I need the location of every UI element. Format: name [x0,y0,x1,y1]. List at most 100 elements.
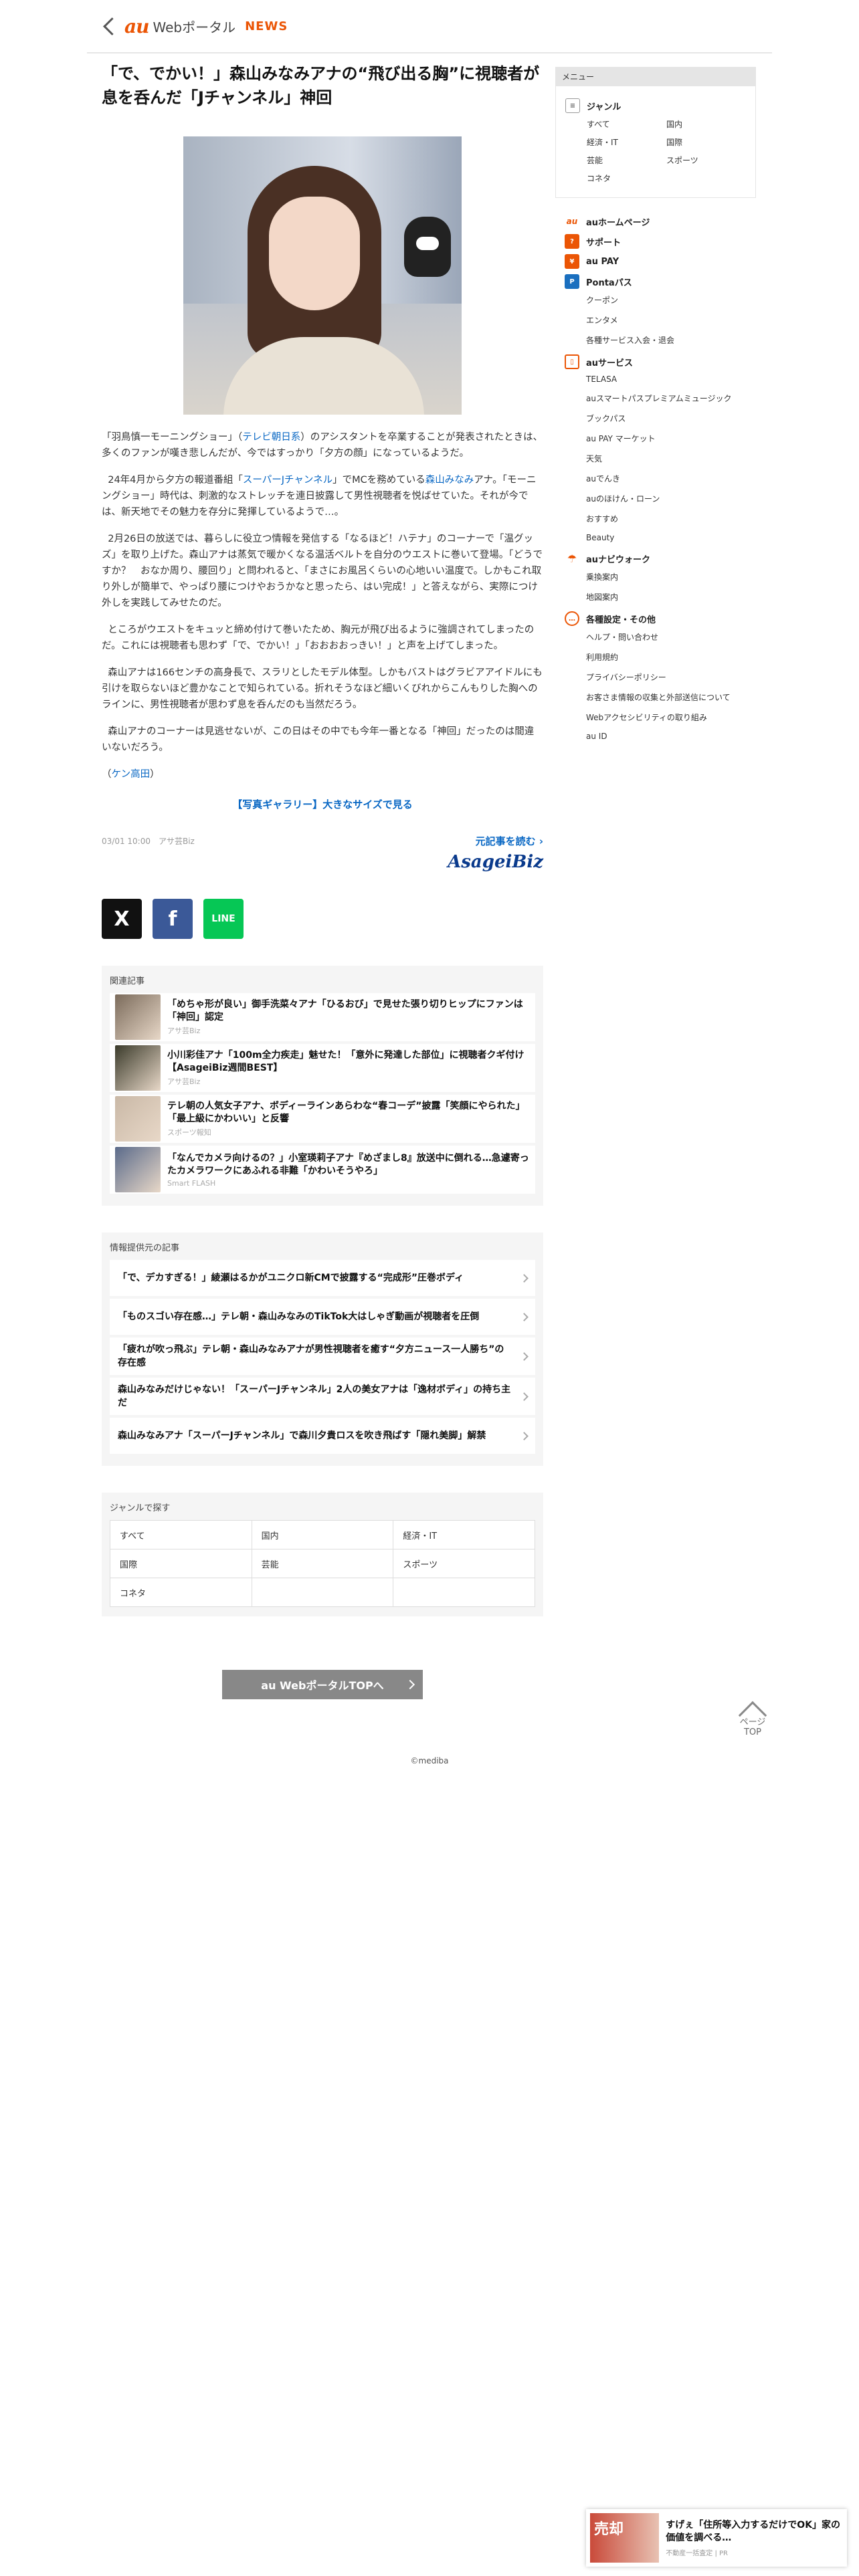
paragraph-5: 森山アナは166センチの高身長で、スラリとしたモデル体型。しかもバストはグラビア… [102,667,543,710]
provider-title: 「で、デカすぎる！」綾瀬はるかがユニクロ新CMで披露する“完成形”圧巻ボディ [118,1273,464,1283]
sidebar-sub-item[interactable]: au PAY マーケット [586,433,747,444]
paragraph-6: 森山アナのコーナーは見逃せないが、この日はその中でも今年一番となる「神回」だった… [102,726,535,753]
sidebar-sub-item[interactable]: プライバシーポリシー [586,671,747,683]
sidebar-sub-item[interactable]: クーポン [586,294,747,306]
provider-title: 森山みなみアナ「スーパーJチャンネル」で森川夕貴ロスを吹き飛ばす「隠れ美脚」解禁 [118,1430,486,1441]
photo-gallery-link[interactable]: 【写真ギャラリー】大きなサイズで見る [102,797,543,811]
share-line-button[interactable]: LINE [203,899,244,939]
related-item[interactable]: 小川彩佳アナ「100m全力疾走」魅せた！「意外に発達した部位」に視聴者クギ付け【… [110,1044,535,1092]
genre-empty-cell [393,1578,535,1606]
related-thumb [115,994,161,1040]
sidebar-sub-item[interactable]: 乗換案内 [586,571,747,582]
genre-search: ジャンルで探す すべて 国内 経済・IT 国際 芸能 スポーツ コネタ [102,1493,543,1616]
link-moriyama-minami[interactable]: 森山みなみ [425,475,474,486]
sidebar-au-home[interactable]: au auホームページ [565,214,747,229]
walk-icon: ☂ [565,551,579,566]
related-item[interactable]: テレ朝の人気女子アナ、ボディーラインあらわな“春コーデ”披露「笑顔にやられた」「… [110,1095,535,1143]
sidebar-genre-item[interactable]: 国内 [666,118,746,130]
link-tv-asahi[interactable]: テレビ朝日系 [242,432,300,443]
sidebar-sub-item[interactable]: Beauty [586,533,747,542]
sidebar-sub-item[interactable]: 天気 [586,453,747,464]
sidebar-sub-item[interactable]: au ID [586,732,747,741]
provider-item[interactable]: 森山みなみアナ「スーパーJチャンネル」で森川夕貴ロスを吹き飛ばす「隠れ美脚」解禁 [110,1418,535,1454]
provider-title: 「疲れが吹っ飛ぶ」テレ朝・森山みなみアナが男性視聴者を癒す“夕方ニュース一人勝ち… [118,1344,504,1368]
sidebar-support[interactable]: ? サポート [565,234,747,249]
sidebar-settings[interactable]: … 各種設定・その他 [565,611,747,626]
article-title: 「で、でかい！」森山みなみアナの“飛び出る胸”に視聴者が息を呑んだ「Jチャンネル… [102,64,540,107]
article-photo[interactable] [183,136,462,415]
asagei-biz-logo[interactable]: AsageiBiz [102,852,543,872]
article-body: 「羽鳥慎一モーニングショー」（テレビ朝日系）のアシスタントを卒業することが発表さ… [102,429,543,782]
provider-item[interactable]: 森山みなみだけじゃない！「スーパーJチャンネル」2人の美女アナは「逸材ボディ」の… [110,1378,535,1415]
sidebar-navi[interactable]: ☂ auナビウォーク [565,551,747,566]
sidebar-genre-item[interactable]: 芸能 [587,154,666,166]
portal-top-button[interactable]: au WebポータルTOPへ [222,1670,423,1699]
site-header: au Webポータル NEWS [87,0,772,53]
sidebar-sub-item[interactable]: お客さま情報の収集と外部送信について [586,691,747,703]
chevron-right-icon [520,1273,529,1283]
phone-icon: ▯ [565,354,579,369]
ponta-icon: P [565,274,579,289]
genre-cell[interactable]: スポーツ [393,1549,535,1578]
sidebar-sub-item[interactable]: おすすめ [586,513,747,524]
genre-empty-cell [252,1578,393,1606]
sidebar-sub-item[interactable]: auでんき [586,473,747,484]
genre-cell[interactable]: コネタ [110,1578,252,1606]
sidebar: メニュー ≡ ジャンル すべて 国内 経済・IT 国際 芸能 スポーツ コネタ au auホーム… [555,67,756,760]
sidebar-sub-item[interactable]: TELASA [586,374,747,384]
chevron-right-icon [520,1431,529,1440]
share-x-button[interactable]: X [102,899,142,939]
provider-item[interactable]: 「疲れが吹っ飛ぶ」テレ朝・森山みなみアナが男性視聴者を癒す“夕方ニュース一人勝ち… [110,1337,535,1375]
author-line: （ケン高田） [102,769,160,780]
article-meta-row: 03/01 10:00 アサ芸Biz 元記事を読む › [102,834,543,848]
sidebar-sub-item[interactable]: 各種サービス入会・退会 [586,334,747,346]
read-original-link[interactable]: 元記事を読む › [476,834,543,848]
article-column: 「で、でかい！」森山みなみアナの“飛び出る胸”に視聴者が息を呑んだ「Jチャンネル… [102,62,543,1699]
genre-cell[interactable]: 芸能 [252,1549,393,1578]
sidebar-genre-item[interactable]: 経済・IT [587,136,666,148]
sidebar-sub-item[interactable]: 地図案内 [586,591,747,603]
related-thumb [115,1096,161,1142]
sidebar-genre-item[interactable]: スポーツ [666,154,746,166]
share-buttons: X f LINE [102,899,543,939]
related-item[interactable]: 「めちゃ形が良い」御手洗菜々アナ「ひるおび」で見せた張り切りヒップにファンは「神… [110,993,535,1041]
sidebar-sub-item[interactable]: ヘルプ・問い合わせ [586,631,747,643]
sidebar-ponta[interactable]: P Pontaパス [565,274,747,289]
page-container: au Webポータル NEWS 「で、でかい！」森山みなみアナの“飛び出る胸”に… [87,0,772,1765]
sidebar-links: au auホームページ ? サポート ¥ au PAY P Pontaパス クーポンエン… [555,198,756,760]
genre-cell[interactable]: すべて [110,1521,252,1549]
sidebar-sub-item[interactable]: auスマートパスプレミアムミュージック [586,393,747,404]
related-source: アサ芸Biz [167,1077,201,1086]
genre-cell[interactable]: 国際 [110,1549,252,1578]
sidebar-genre-item[interactable]: すべて [587,118,666,130]
provider-item[interactable]: 「ものスゴい存在感…」テレ朝・森山みなみのTikTok大はしゃぎ動画が視聴者を圧… [110,1299,535,1335]
author-link[interactable]: ケン高田 [112,769,151,780]
page-top-button[interactable]: ページ TOP [736,1697,769,1737]
paragraph-3: 2月26日の放送では、暮らしに役立つ情報を発信する「なるほど！ハテナ」のコーナー… [102,534,543,609]
sidebar-sub-item[interactable]: エンタメ [586,314,747,326]
sidebar-genre-item[interactable]: コネタ [587,173,666,184]
sidebar-sub-item[interactable]: auのほけん・ローン [586,493,747,504]
web-portal-logo[interactable]: Webポータル [153,17,236,36]
sidebar-sub-item[interactable]: ブックパス [586,413,747,424]
ad-title: すげぇ「住所等入力するだけでOK」家の価値を調べる… [666,2519,841,2543]
related-item[interactable]: 「なんでカメラ向けるの？」小室瑛莉子アナ『めざまし8』放送中に倒れる…急遽寄った… [110,1146,535,1194]
provider-item[interactable]: 「で、デカすぎる！」綾瀬はるかがユニクロ新CMで披露する“完成形”圧巻ボディ [110,1260,535,1296]
sidebar-au-pay[interactable]: ¥ au PAY [565,254,747,269]
bottom-ad-banner[interactable]: 売却 すげぇ「住所等入力するだけでOK」家の価値を調べる… 不動産一括査定 | … [586,2509,847,2567]
genre-cell[interactable]: 国内 [252,1521,393,1549]
au-logo[interactable]: au [124,15,149,37]
sidebar-sub-item[interactable]: 利用規約 [586,651,747,663]
copyright: ©mediba [410,1756,449,1765]
share-facebook-button[interactable]: f [153,899,193,939]
sidebar-genre-item[interactable]: 国際 [666,136,746,148]
link-super-j-channel[interactable]: スーパーJチャンネル [243,475,332,486]
au-pay-icon: ¥ [565,254,579,269]
sidebar-au-service[interactable]: ▯ auサービス [565,354,747,369]
sidebar-genre: ≡ ジャンル [565,98,746,113]
related-title: テレ朝の人気女子アナ、ボディーラインあらわな“春コーデ”披露「笑顔にやられた」「… [167,1101,525,1124]
sidebar-sub-item[interactable]: Webアクセシビリティの取り組み [586,712,747,723]
genre-cell[interactable]: 経済・IT [393,1521,535,1549]
news-label: NEWS [245,19,288,33]
back-chevron-icon[interactable] [99,16,119,36]
